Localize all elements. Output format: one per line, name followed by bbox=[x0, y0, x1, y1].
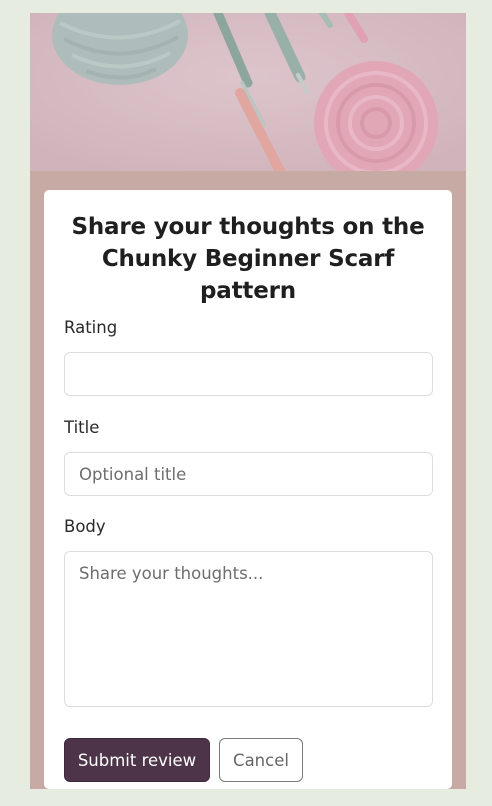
hero-image bbox=[30, 13, 466, 171]
body-textarea[interactable] bbox=[64, 551, 433, 707]
cancel-button[interactable]: Cancel bbox=[219, 738, 303, 782]
rating-label: Rating bbox=[64, 318, 118, 337]
review-panel: Share your thoughts on the Chunky Beginn… bbox=[30, 13, 466, 789]
submit-review-button[interactable]: Submit review bbox=[64, 738, 210, 782]
body-label: Body bbox=[64, 517, 106, 536]
title-label: Title bbox=[64, 418, 100, 437]
title-input[interactable] bbox=[64, 452, 433, 496]
form-title: Share your thoughts on the Chunky Beginn… bbox=[71, 214, 425, 304]
rating-input[interactable] bbox=[64, 352, 433, 396]
yarn-illustration bbox=[30, 13, 466, 171]
review-form-card: Share your thoughts on the Chunky Beginn… bbox=[44, 190, 452, 789]
